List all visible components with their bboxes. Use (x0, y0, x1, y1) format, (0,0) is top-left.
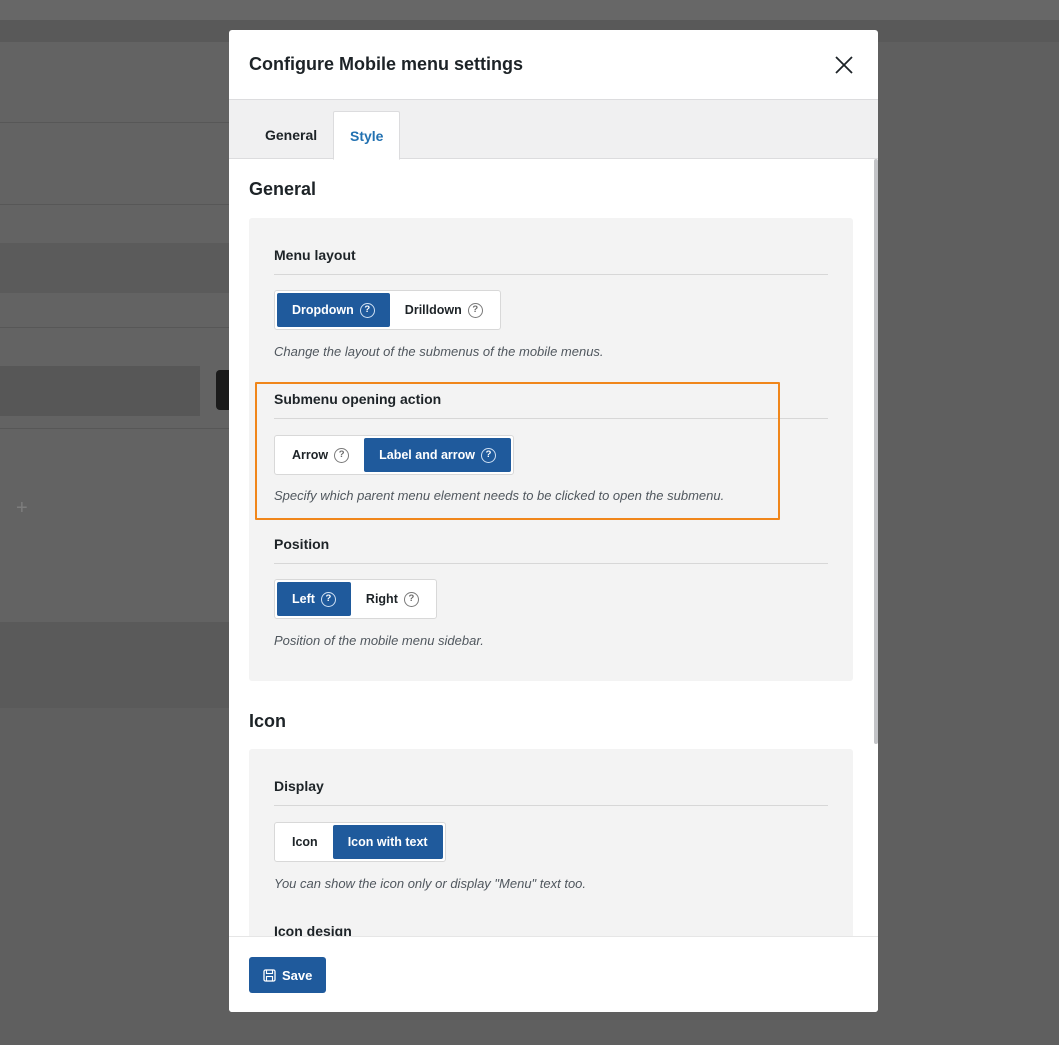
icon-with-text-option[interactable]: Icon with text (332, 825, 443, 859)
modal-content: General Menu layout Dropdown ? Drilldown… (229, 159, 878, 936)
label-and-arrow-option-label: Label and arrow (379, 448, 475, 462)
background-topbar (0, 0, 1059, 20)
modal-header: Configure Mobile menu settings (229, 30, 878, 100)
help-icon[interactable]: ? (320, 591, 336, 607)
general-card: Menu layout Dropdown ? Drilldown ? Chang… (249, 218, 853, 681)
background-input (0, 366, 200, 416)
display-segmented: Icon Icon with text (274, 822, 446, 862)
position-label: Position (274, 536, 828, 564)
right-option[interactable]: Right ? (351, 582, 434, 616)
left-option-label: Left (292, 592, 315, 606)
background-block (0, 243, 229, 293)
submenu-action-help: Specify which parent menu element needs … (274, 488, 725, 503)
label-and-arrow-option[interactable]: Label and arrow ? (364, 438, 511, 472)
dropdown-option[interactable]: Dropdown ? (277, 293, 390, 327)
save-button[interactable]: Save (249, 957, 327, 993)
tabs-bar: General Style (229, 100, 878, 160)
help-icon[interactable]: ? (467, 302, 483, 318)
icon-design-field: Icon design (274, 923, 828, 936)
right-option-label: Right (365, 592, 398, 606)
display-label: Display (274, 778, 828, 806)
menu-layout-segmented: Dropdown ? Drilldown ? (274, 290, 501, 330)
tab-style[interactable]: Style (333, 111, 401, 160)
background-divider (0, 204, 229, 205)
help-icon[interactable]: ? (403, 591, 419, 607)
icon-design-label: Icon design (274, 923, 828, 936)
menu-layout-label: Menu layout (274, 247, 828, 275)
tab-general[interactable]: General (249, 111, 333, 159)
submenu-action-segmented: Arrow ? Label and arrow ? (274, 435, 514, 475)
submenu-action-field: Submenu opening action (274, 391, 828, 419)
menu-layout-help: Change the layout of the submenus of the… (274, 344, 604, 359)
settings-modal: Configure Mobile menu settings General S… (229, 30, 878, 1012)
modal-title: Configure Mobile menu settings (249, 54, 524, 74)
save-button-label: Save (282, 967, 313, 983)
close-icon (835, 55, 853, 74)
arrow-option[interactable]: Arrow ? (277, 438, 364, 472)
scrollbar[interactable] (874, 159, 878, 744)
section-title-icon: Icon (249, 711, 287, 731)
section-title-general: General (249, 179, 317, 199)
drilldown-option[interactable]: Drilldown ? (390, 293, 498, 327)
left-option[interactable]: Left ? (277, 582, 351, 616)
display-field: Display (274, 778, 828, 806)
position-segmented: Left ? Right ? (274, 579, 437, 619)
help-icon[interactable]: ? (480, 447, 496, 463)
background-plus-icon: + (16, 497, 28, 519)
position-help: Position of the mobile menu sidebar. (274, 633, 484, 648)
drilldown-option-label: Drilldown (404, 303, 462, 317)
background-divider (0, 122, 229, 123)
background-divider (0, 327, 229, 328)
help-icon[interactable]: ? (334, 447, 350, 463)
background-dark-button (216, 370, 229, 410)
background-lower-block (0, 622, 229, 708)
submenu-action-label: Submenu opening action (274, 391, 828, 419)
display-help: You can show the icon only or display "M… (274, 876, 587, 891)
icon-option[interactable]: Icon (277, 825, 333, 859)
arrow-option-label: Arrow (292, 448, 329, 462)
icon-card: Display Icon Icon with text You can show… (249, 749, 853, 936)
modal-footer: Save (229, 936, 878, 1012)
save-icon (263, 968, 276, 982)
position-field: Position (274, 536, 828, 564)
help-icon[interactable]: ? (359, 302, 375, 318)
background-panel (0, 42, 229, 622)
menu-layout-field: Menu layout (274, 247, 828, 275)
close-button[interactable] (830, 51, 858, 79)
background-divider (0, 428, 229, 429)
dropdown-option-label: Dropdown (292, 303, 354, 317)
